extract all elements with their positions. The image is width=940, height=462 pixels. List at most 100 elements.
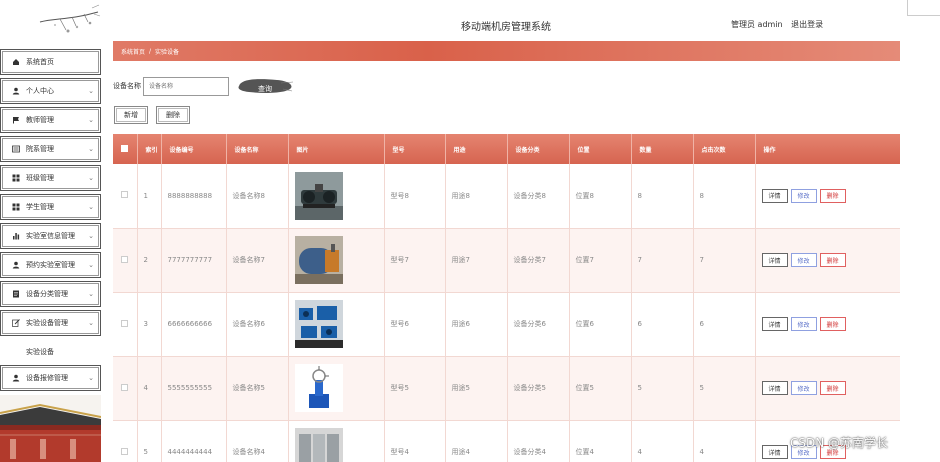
breadcrumb-home[interactable]: 系统首页 (121, 47, 145, 56)
cell-usage: 用途8 (445, 164, 508, 229)
column-header: 用途 (445, 134, 508, 164)
cell-qty: 6 (631, 292, 694, 357)
sidebar-item-label: 个人中心 (26, 87, 54, 95)
cell-model: 型号4 (384, 420, 446, 462)
delete-button[interactable]: 删除 (819, 317, 846, 331)
cell-category: 设备分类7 (507, 228, 570, 293)
cell-code: 5555555555 (161, 356, 227, 421)
sidebar-item-7[interactable]: 预约实验室管理 ⌄ (0, 252, 101, 278)
action-row: 新增 删除 (114, 106, 198, 124)
cell-name: 设备名称5 (226, 356, 289, 421)
sidebar-item-label: 班级管理 (26, 174, 54, 182)
row-select-cell (113, 420, 138, 462)
column-header: 型号 (384, 134, 446, 164)
sidebar-item-2[interactable]: 教师管理 ⌄ (0, 107, 101, 133)
cell-usage: 用途4 (445, 420, 508, 462)
home-icon (11, 58, 20, 67)
sidebar-decoration (39, 4, 101, 33)
grid-icon (11, 174, 20, 183)
breadcrumb-current: 实验设备 (155, 48, 180, 56)
sidebar-item-label: 设备报修管理 (26, 374, 68, 382)
column-header: 设备分类 (507, 134, 570, 164)
cell-category: 设备分类8 (507, 164, 570, 229)
table-row: 4 5555555555 设备名称5 型号5 用途5 设备分类5 位置5 5 5 详情 修改 删除 (113, 356, 900, 421)
select-all-checkbox[interactable] (121, 144, 129, 152)
edit-button[interactable]: 修改 (790, 381, 817, 395)
cell-location: 位置5 (569, 356, 632, 421)
batch-delete-button[interactable]: 删除 (156, 106, 190, 124)
sidebar-item-label: 实验室信息管理 (26, 232, 75, 240)
sidebar-item-label: 预约实验室管理 (26, 261, 75, 269)
equipment-image (294, 236, 343, 284)
user-info: 管理员 admin 退出登录 (731, 19, 829, 30)
row-select-cell (113, 356, 138, 421)
cell-name: 设备名称6 (226, 292, 289, 357)
breadcrumb: 系统首页 / 实验设备 (113, 41, 900, 61)
sidebar-item-label: 设备分类管理 (26, 290, 68, 298)
sidebar-item-5[interactable]: 学生管理 ⌄ (0, 194, 101, 220)
sidebar-item-0[interactable]: 系统首页 (0, 49, 101, 75)
search-input[interactable] (143, 76, 229, 96)
sidebar-palace-illustration (0, 395, 101, 462)
sidebar-item-repair[interactable]: 设备报修管理 ⌄ (0, 365, 101, 391)
edit-button[interactable]: 修改 (790, 317, 817, 331)
search-button[interactable]: 查询 (237, 77, 293, 95)
delete-button[interactable]: 删除 (819, 253, 846, 267)
sidebar-item-1[interactable]: 个人中心 ⌄ (0, 78, 101, 104)
sidebar-item-9[interactable]: 实验设备管理 ⌄ (0, 310, 101, 336)
detail-button[interactable]: 详情 (761, 381, 788, 395)
sidebar-item-4[interactable]: 班级管理 ⌄ (0, 165, 101, 191)
chevron-down-icon: ⌄ (88, 87, 94, 95)
detail-button[interactable]: 详情 (761, 317, 788, 331)
edit-icon (11, 319, 20, 328)
bar-chart-icon (11, 232, 20, 241)
cell-usage: 用途7 (445, 228, 508, 293)
logout-link[interactable]: 退出登录 (791, 20, 823, 29)
user-icon (11, 374, 20, 383)
detail-button[interactable]: 详情 (761, 253, 788, 267)
table-header-row: 索引 设备编号 设备名称 图片 型号 用途 设备分类 位置 数量 点击次数 操作 (113, 134, 900, 164)
cell-location: 位置4 (569, 420, 632, 462)
row-checkbox[interactable] (121, 255, 129, 263)
row-select-cell (113, 292, 138, 357)
edit-button[interactable]: 修改 (790, 253, 817, 267)
chevron-down-icon: ⌄ (88, 374, 94, 382)
cell-model: 型号7 (384, 228, 446, 293)
column-header: 索引 (137, 134, 162, 164)
corner-frame (907, 0, 940, 16)
row-actions: 详情 修改 删除 (755, 292, 900, 357)
sidebar-item-8[interactable]: 设备分类管理 ⌄ (0, 281, 101, 307)
column-header[interactable] (113, 134, 138, 164)
sidebar-item-6[interactable]: 实验室信息管理 ⌄ (0, 223, 101, 249)
sidebar-subitem-equipment[interactable]: 实验设备 (0, 339, 101, 365)
row-select-cell (113, 228, 138, 293)
equipment-image-cell (288, 292, 385, 357)
chevron-down-icon: ⌄ (88, 145, 94, 153)
search-row: 设备名称 查询 (113, 76, 293, 96)
row-checkbox[interactable] (121, 191, 129, 199)
detail-button[interactable]: 详情 (761, 188, 788, 203)
row-checkbox[interactable] (121, 383, 129, 391)
cell-index: 2 (137, 228, 162, 293)
delete-button[interactable]: 删除 (819, 188, 846, 203)
cell-name: 设备名称7 (226, 228, 289, 293)
sidebar-item-3[interactable]: 院系管理 ⌄ (0, 136, 101, 162)
row-checkbox[interactable] (121, 319, 129, 327)
column-header: 设备编号 (161, 134, 227, 164)
detail-button[interactable]: 详情 (761, 445, 788, 459)
add-button[interactable]: 新增 (114, 106, 148, 124)
chevron-down-icon: ⌄ (88, 203, 94, 211)
cell-location: 位置6 (569, 292, 632, 357)
cell-category: 设备分类4 (507, 420, 570, 462)
row-checkbox[interactable] (121, 447, 129, 455)
sidebar-item-label: 教师管理 (26, 116, 54, 124)
cell-code: 4444444444 (161, 420, 227, 462)
cell-category: 设备分类6 (507, 292, 570, 357)
equipment-image-cell (288, 228, 385, 293)
cell-clicks: 8 (693, 164, 756, 229)
delete-button[interactable]: 删除 (819, 381, 846, 395)
chevron-down-icon: ⌄ (88, 232, 94, 240)
column-header: 数量 (631, 134, 694, 164)
cell-clicks: 7 (693, 228, 756, 293)
edit-button[interactable]: 修改 (790, 188, 817, 203)
